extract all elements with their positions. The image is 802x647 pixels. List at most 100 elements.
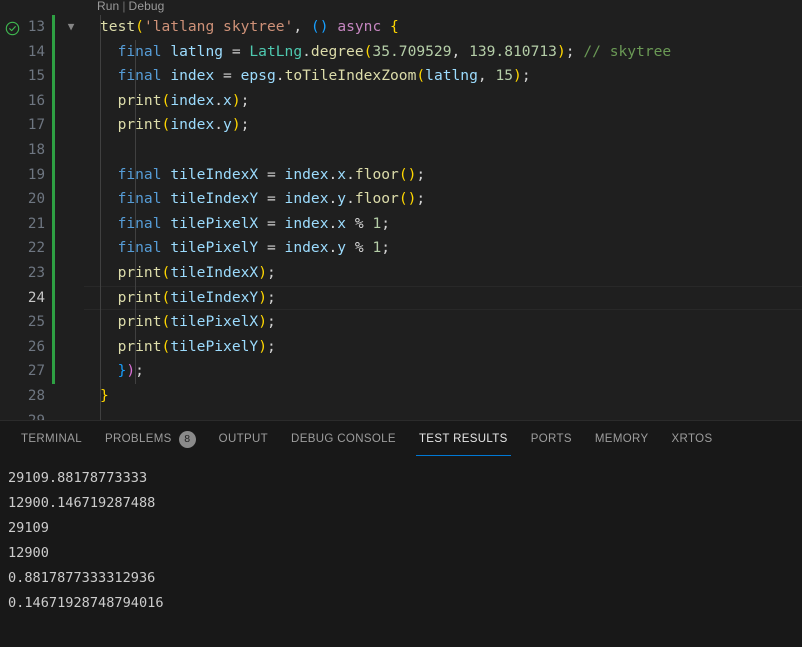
editor-gutter[interactable]: 15 xyxy=(0,64,84,89)
code-line[interactable]: 13 ▼ test('latlang skytree', () async { xyxy=(0,15,802,40)
editor-gutter[interactable]: 18 xyxy=(0,137,84,163)
code-token: x xyxy=(337,165,347,183)
git-change-indicator xyxy=(52,236,55,261)
code-token: , xyxy=(293,18,303,35)
editor-gutter[interactable]: 14 xyxy=(0,39,84,65)
code-line[interactable]: 16 print(index.x); xyxy=(0,88,802,114)
code-token: . xyxy=(302,42,311,60)
code-token: ; xyxy=(521,67,531,85)
panel-tab-ports[interactable]: PORTS xyxy=(528,421,575,457)
panel-tab-label: OUTPUT xyxy=(218,433,269,445)
code-token: , xyxy=(477,67,496,85)
code-line[interactable]: 19 final tileIndexX = index.x.floor(); xyxy=(0,162,802,188)
code-line[interactable]: 25 print(tilePixelX); xyxy=(0,310,802,335)
code-token: y xyxy=(223,116,232,134)
code-line[interactable]: 24 print(tileIndexY); xyxy=(0,285,802,311)
panel-tab-debug-console[interactable]: DEBUG CONSOLE xyxy=(288,421,399,457)
git-change-indicator xyxy=(52,359,55,384)
panel-tab-bar[interactable]: TERMINAL PROBLEMS 8 OUTPUT DEBUG CONSOLE TEST… xyxy=(0,421,802,457)
editor-gutter[interactable]: 26 xyxy=(0,334,84,360)
git-change-indicator xyxy=(52,211,55,237)
panel-tab-label: PORTS xyxy=(530,433,572,445)
editor-gutter[interactable]: 13 ▼ xyxy=(0,15,84,40)
code-token: ) xyxy=(258,313,267,331)
line-content: } xyxy=(84,383,802,409)
code-token: final xyxy=(117,67,162,85)
code-token: . xyxy=(328,239,338,257)
code-line[interactable]: 17 print(index.y); xyxy=(0,113,802,138)
code-line[interactable]: 15 final index = epsg.toTileIndexZoom(la… xyxy=(0,64,802,89)
code-line[interactable]: 20 final tileIndexY = index.y.floor(); xyxy=(0,187,802,212)
line-content: print(index.y); xyxy=(84,113,802,138)
panel-tab-output[interactable]: OUTPUT xyxy=(216,421,271,457)
code-line[interactable]: 28} xyxy=(0,383,802,409)
editor-gutter[interactable]: 19 xyxy=(0,162,84,188)
output-line: 29109 xyxy=(8,520,49,536)
code-token: ; xyxy=(416,190,426,208)
code-line[interactable]: 14 final latlng = LatLng.degree(35.70952… xyxy=(0,39,802,65)
panel-tab-terminal[interactable]: TERMINAL xyxy=(18,421,85,457)
code-line[interactable]: 18 xyxy=(0,137,802,163)
line-content: final tilePixelX = index.x % 1; xyxy=(84,211,802,237)
editor-gutter[interactable]: 16 xyxy=(0,88,84,114)
line-text: test('latlang skytree', () async { xyxy=(100,15,399,40)
editor-gutter[interactable]: 23 xyxy=(0,260,84,286)
code-token: ) xyxy=(231,91,241,109)
line-text: final index = epsg.toTileIndexZoom(latln… xyxy=(100,64,531,89)
code-token: ; xyxy=(266,337,276,355)
editor-gutter[interactable]: 20 xyxy=(0,187,84,212)
test-results-body[interactable]: 29109.88178773333 12900.146719287488 29109… xyxy=(0,457,802,647)
code-token: print xyxy=(117,91,162,109)
code-token: 'latlang skytree' xyxy=(143,18,294,35)
editor-gutter[interactable]: 21 xyxy=(0,211,84,237)
code-token: async xyxy=(337,18,382,35)
code-token: ( xyxy=(161,288,171,306)
chevron-down-icon[interactable]: ▼ xyxy=(62,15,80,40)
panel-tab-xrtos[interactable]: XRTOS xyxy=(669,421,716,457)
panel-tab-test-results[interactable]: TEST RESULTS xyxy=(415,421,511,457)
panel-tab-problems[interactable]: PROBLEMS 8 xyxy=(102,421,199,457)
code-token: ( xyxy=(161,337,171,355)
panel-tab-memory[interactable]: MEMORY xyxy=(592,421,652,457)
git-change-indicator xyxy=(52,187,55,212)
code-token: tilePixelY xyxy=(170,239,259,257)
code-token: ( xyxy=(161,116,171,134)
editor-gutter[interactable]: 27 xyxy=(0,359,84,384)
editor-gutter[interactable]: 17 xyxy=(0,113,84,138)
editor-gutter[interactable]: 28 xyxy=(0,384,84,409)
code-token: 1 xyxy=(372,239,382,257)
code-line[interactable]: 29 xyxy=(0,408,802,421)
editor-gutter[interactable]: 25 xyxy=(0,310,84,335)
editor-gutter[interactable]: 24 xyxy=(0,285,84,311)
code-token: = xyxy=(223,42,250,60)
code-token: ( xyxy=(161,313,171,331)
code-token: ) xyxy=(126,362,136,380)
code-token: ( xyxy=(416,67,426,85)
code-line[interactable]: 23 print(tileIndexX); xyxy=(0,260,802,286)
code-editor[interactable]: Run | Debug 13 ▼ test('latlang skytree', () … xyxy=(0,0,802,420)
line-text: } xyxy=(100,384,109,409)
code-token: ) xyxy=(556,42,566,60)
code-line[interactable]: 22 final tilePixelY = index.y % 1; xyxy=(0,236,802,261)
code-token: } xyxy=(100,386,109,404)
code-token: tilePixelX xyxy=(170,313,259,331)
editor-gutter[interactable]: 29 xyxy=(0,409,84,421)
code-token: y xyxy=(337,190,347,208)
code-line[interactable]: 27 }); xyxy=(0,359,802,384)
codelens-debug-link[interactable]: Debug xyxy=(129,0,165,13)
code-line[interactable]: 26 print(tilePixelY); xyxy=(0,334,802,360)
codelens-run-link[interactable]: Run xyxy=(97,0,119,13)
panel-tab-label: PROBLEMS xyxy=(104,433,172,445)
code-token: index xyxy=(170,67,215,85)
panel-tab-label: DEBUG CONSOLE xyxy=(291,433,396,445)
editor-gutter[interactable]: 22 xyxy=(0,236,84,261)
code-lines[interactable]: 13 ▼ test('latlang skytree', () async {14 … xyxy=(0,15,802,420)
code-line[interactable]: 21 final tilePixelX = index.x % 1; xyxy=(0,211,802,237)
output-line: 12900 xyxy=(8,545,49,561)
git-change-indicator xyxy=(52,137,55,163)
code-token: index xyxy=(170,116,215,134)
